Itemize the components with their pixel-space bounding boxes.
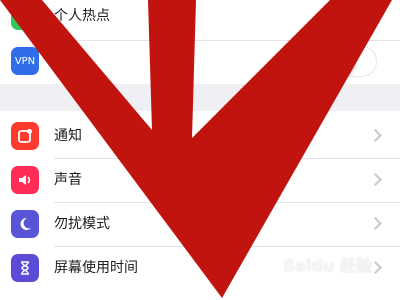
- settings-row-sounds[interactable]: 声音: [0, 158, 400, 202]
- hotspot-value: 关闭: [342, 8, 370, 24]
- toggle-knob: [327, 47, 355, 75]
- hourglass-icon: [11, 254, 39, 282]
- vpn-label: VPN: [54, 53, 83, 69]
- screen-time-label: 屏幕使用时间: [54, 260, 138, 276]
- notifications-label: 通知: [54, 128, 82, 144]
- watermark-logo: Baidu 经验: [283, 256, 372, 275]
- moon-icon: [11, 210, 39, 238]
- personal-hotspot-row[interactable]: 个人热点 关闭: [0, 0, 400, 38]
- hotspot-label: 个人热点: [54, 8, 110, 24]
- sounds-label: 声音: [54, 172, 82, 188]
- chevron-right-icon: [369, 173, 382, 186]
- settings-row-do-not-disturb[interactable]: 勿扰模式: [0, 202, 400, 246]
- link-icon: [11, 2, 39, 30]
- vpn-row[interactable]: VPN VPN: [0, 40, 400, 84]
- speaker-icon: [11, 166, 39, 194]
- vpn-toggle[interactable]: [326, 46, 377, 77]
- chevron-right-icon: [369, 217, 382, 230]
- chevron-right-icon: [369, 9, 382, 22]
- notification-icon: [11, 122, 39, 150]
- connectivity-group: 个人热点 关闭 VPN VPN: [0, 0, 400, 84]
- chevron-right-icon: [369, 129, 382, 142]
- vpn-icon: VPN: [11, 47, 39, 75]
- settings-row-notifications[interactable]: 通知: [0, 114, 400, 158]
- do-not-disturb-label: 勿扰模式: [54, 216, 110, 232]
